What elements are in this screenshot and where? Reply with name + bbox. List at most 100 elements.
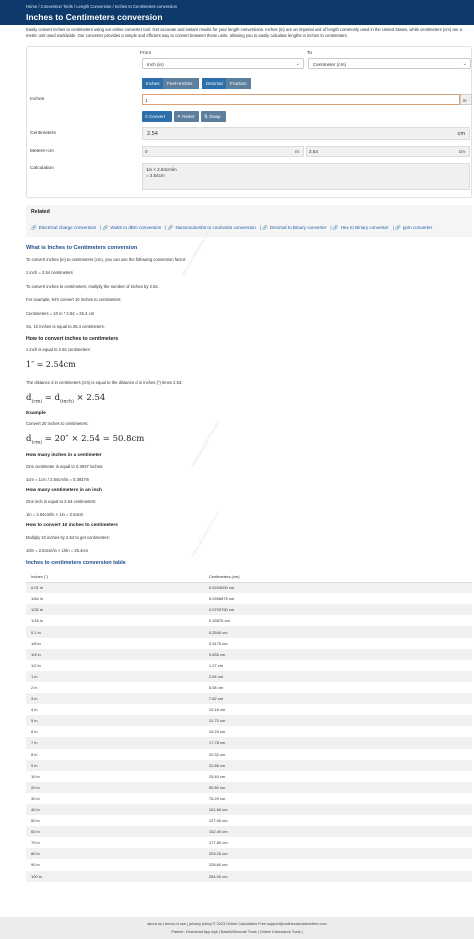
convert-button[interactable]: ≡ Convert (142, 111, 172, 122)
from-label: From (140, 51, 152, 56)
table-cell-inches: 7 in (26, 737, 204, 749)
footer-partners[interactable]: Partner: Download App Apk | Base64Decode… (0, 930, 474, 935)
footer-links[interactable]: about us | terms of use | privacy policy… (0, 922, 474, 927)
table-cell-centimeters: 25.40 cm (203, 770, 472, 782)
related-link-electrical-charge[interactable]: 🔗 Electrical charge conversion (31, 225, 98, 230)
breadcrumb-home[interactable]: Home (26, 4, 37, 9)
table-cell-centimeters: 15.24 cm (203, 726, 472, 738)
table-cell-centimeters: 20.32 cm (203, 748, 472, 760)
article-p1: To convert inches (in) to centimeters (c… (26, 257, 187, 262)
toggle-fraction[interactable]: Fraction (226, 78, 251, 89)
table-row: 0.1 in 0.2540 cm (26, 626, 472, 638)
related-link-hex-binary[interactable]: 🔗 Hex to Binary converter (333, 225, 391, 230)
table-cell-inches: 1/16 in (26, 615, 204, 627)
table-cell-centimeters: 0.15875 cm (203, 615, 472, 627)
toggle-inches[interactable]: Inches (142, 78, 163, 89)
table-cell-inches: 3 in (26, 693, 204, 705)
table-cell-centimeters: 12.70 cm (203, 715, 472, 727)
centimeters-result-value: 2.54 (147, 131, 158, 138)
breadcrumb-current[interactable]: Inches to Centimeters conversion (115, 4, 177, 9)
heading-ten-inches: How to convert 10 inches to centimeters (26, 523, 118, 528)
table-cell-inches: 1/2 in (26, 659, 204, 671)
related-link-decimal-binary[interactable]: 🔗 Decimal to Binary converter (262, 225, 328, 230)
table-row: 80 in 203.20 cm (26, 848, 472, 860)
page-footer (0, 917, 474, 939)
article-p3: To convert inches to centimeters, multip… (26, 284, 159, 289)
watermark: onlinecalculatorsfree.com (190, 419, 221, 468)
related-section (26, 205, 472, 237)
table-cell-inches: 0.1 in (26, 626, 204, 638)
table-cell-inches: 20 in (26, 781, 204, 793)
from-unit-select[interactable]: Inch (in) ⌄ (142, 58, 304, 69)
meters-result[interactable]: 0 m (142, 146, 304, 157)
related-link-nanocoulombs[interactable]: 🔗 Nanocoulombs to coulombs conversion (168, 225, 258, 230)
equation-distance: d(cm) = d(inch) × 2.54 (26, 393, 106, 405)
chevron-down-icon: ⌄ (295, 61, 300, 67)
table-cell-centimeters: 0.2540 cm (203, 626, 472, 638)
article-p4: For example, let's convert 10 inches to … (26, 297, 122, 302)
conversion-table: Inches (") Centimeters (cm) 0.01 in 0.025… (26, 571, 472, 882)
calculation-line-2: = 2.54cm (146, 173, 165, 179)
table-row: 1/16 in 0.15875 cm (26, 615, 472, 627)
table-cell-centimeters: 152.40 cm (203, 826, 472, 838)
related-link-watts-dbm[interactable]: 🔗 Watts to dBm conversion (103, 225, 164, 230)
breadcrumb-conversion-tools[interactable]: Conversion Tools (41, 4, 73, 9)
table-row: 10 in 25.40 cm (26, 770, 472, 782)
cm-remainder-unit: cm (458, 149, 465, 155)
related-link-ppm[interactable]: 🔗 ppm converter (395, 225, 434, 230)
table-cell-centimeters: 203.20 cm (203, 848, 472, 860)
meters-cm-label: Meters+cm (30, 149, 54, 154)
heading-conversion-table: Inches to centimeters conversion table (26, 560, 126, 566)
table-cell-centimeters: 0.0793750 cm (203, 604, 472, 616)
reset-button[interactable]: ✕ Reset (174, 111, 199, 122)
table-cell-centimeters: 0.0396875 cm (203, 593, 472, 605)
table-row: 1 in 2.54 cm (26, 670, 472, 682)
table-cell-inches: 1/64 in (26, 593, 204, 605)
table-cell-centimeters: 101.60 cm (203, 803, 472, 816)
table-cell-inches: 9 in (26, 759, 204, 771)
watermark: onlinecalculatorsfree.com (180, 229, 211, 278)
centimeters-result[interactable]: 2.54 cm (142, 127, 470, 140)
cm-remainder-result[interactable]: 2.54 cm (306, 146, 470, 157)
link-icon: 🔗 (31, 225, 37, 230)
article-p11: 1cm = 1cm / 2.54cm/in = 0.3937in (26, 477, 90, 482)
table-cell-inches: 1 in (26, 670, 204, 682)
inches-input[interactable]: 1 (142, 94, 460, 105)
table-cell-centimeters: 127.00 cm (203, 815, 472, 827)
inches-label: Inches (30, 97, 45, 102)
article-p6: So, 10 inches is equal to 25.4 centimete… (26, 324, 105, 329)
link-icon: 🔗 (332, 225, 339, 230)
to-unit-select[interactable]: Centimeter (cm) ⌄ (308, 58, 471, 69)
calculation-output[interactable]: 1in × 2.54cm/in = 2.54cm (142, 163, 470, 190)
link-icon: 🔗 (167, 225, 174, 230)
centimeters-result-unit: cm (457, 131, 465, 137)
table-row: 20 in 50.80 cm (26, 781, 472, 793)
table-cell-centimeters: 50.80 cm (203, 781, 472, 793)
table-row: 60 in 152.40 cm (26, 826, 472, 838)
article-p2: 1 inch = 2.54 centimeters (26, 270, 73, 275)
table-cell-inches: 30 in (26, 792, 204, 804)
table-cell-inches: 40 in (26, 803, 204, 816)
table-cell-inches: 1/4 in (26, 648, 204, 660)
page-title: Inches to Centimeters conversion (26, 12, 163, 22)
table-cell-inches: 10 in (26, 770, 204, 782)
meters-result-value: 0 (145, 149, 148, 155)
breadcrumb-length-conversion[interactable]: Length Conversion (76, 4, 111, 9)
toggle-decimal[interactable]: Decimal (202, 78, 226, 89)
table-row: 6 in 15.24 cm (26, 726, 472, 738)
table-row: 8 in 20.32 cm (26, 748, 472, 760)
table-cell-inches: 4 in (26, 704, 204, 716)
table-cell-centimeters: 0.635 cm (203, 648, 472, 660)
chevron-down-icon: ⌄ (462, 61, 467, 67)
table-header-inches: Inches (") (26, 571, 204, 583)
article-p15: 10in = 2.54cm/in × 10in = 25.4cm (26, 548, 89, 553)
table-row: 1/8 in 0.3175 cm (26, 637, 472, 649)
to-unit-value: Centimeter (cm) (313, 61, 346, 67)
link-icon: 🔗 (395, 225, 401, 230)
toggle-feet-inches[interactable]: Feet+Inches (163, 78, 199, 89)
table-cell-inches: 1/8 in (26, 637, 204, 649)
table-row: 40 in 101.60 cm (26, 803, 472, 816)
swap-button[interactable]: ⇅ Swap (201, 111, 226, 122)
table-row: 30 in 76.20 cm (26, 792, 472, 804)
table-cell-inches: 100 in (26, 870, 204, 882)
